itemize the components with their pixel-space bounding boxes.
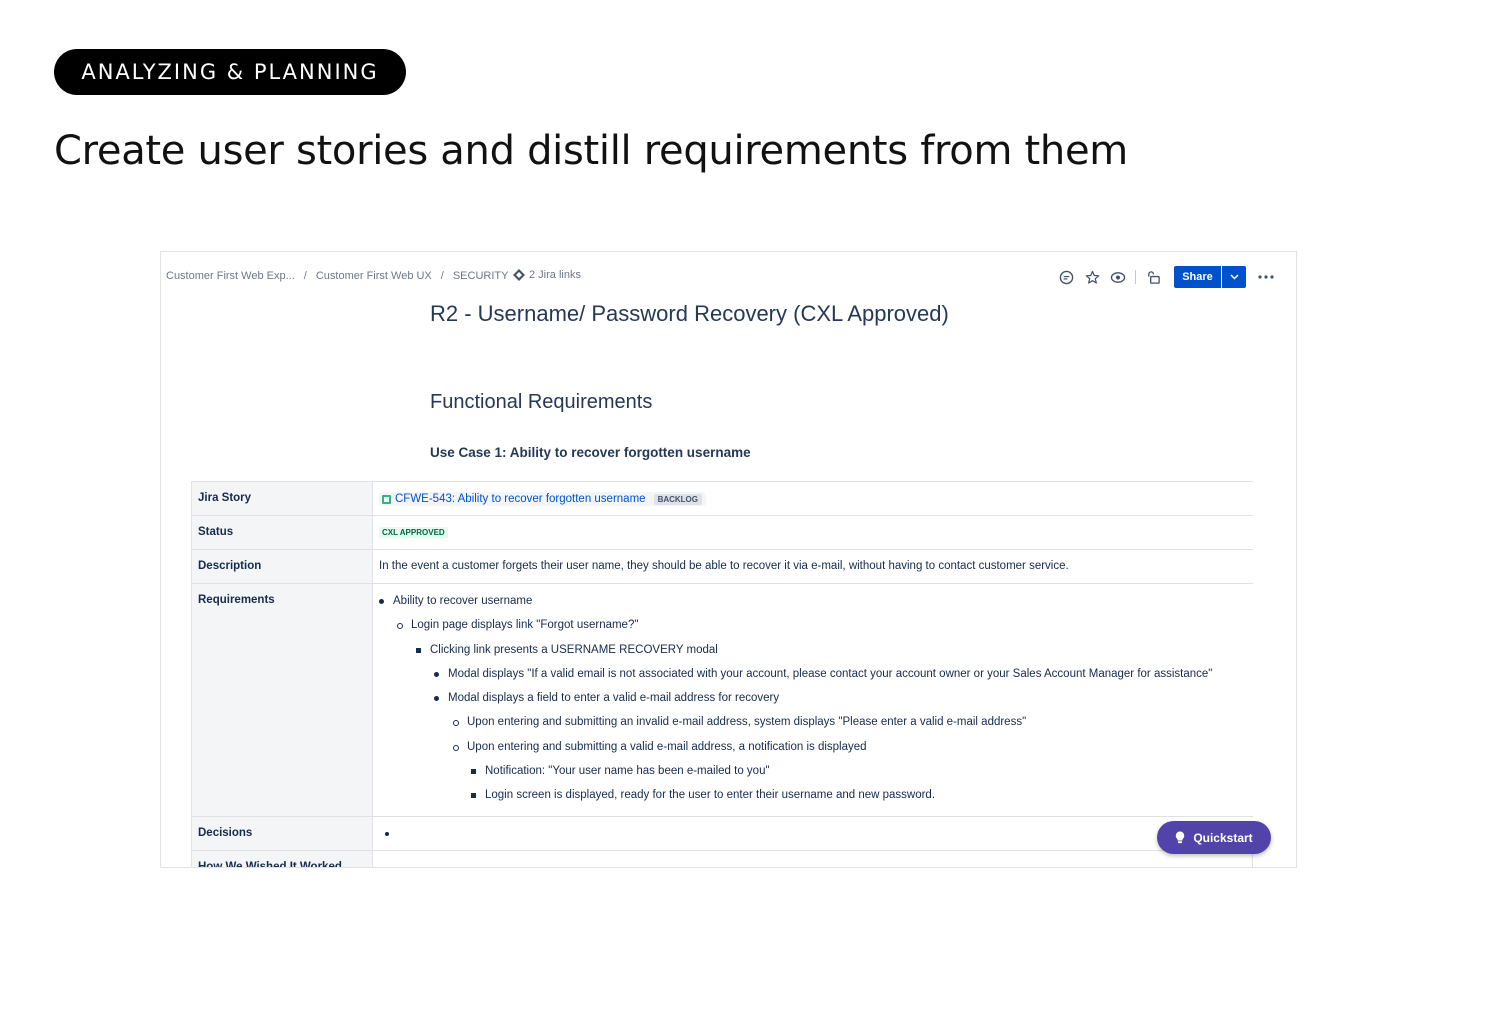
list-item: Modal displays "If a valid email is not … <box>434 662 1247 686</box>
jira-issue-chip[interactable]: CFWE-543: Ability to recover forgotten u… <box>379 492 707 506</box>
breadcrumb: Customer First Web Exp... / Customer Fir… <box>166 270 508 282</box>
description-cell: In the event a customer forgets their us… <box>372 549 1253 584</box>
jira-icon <box>513 269 525 281</box>
breadcrumb-item-parent[interactable]: Customer First Web UX <box>316 270 432 282</box>
list-item: Clicking link presents a USERNAME RECOVE… <box>416 638 1247 662</box>
toolbar-divider <box>1135 270 1136 284</box>
more-actions-icon[interactable] <box>1256 266 1276 288</box>
row-label-decisions: Decisions <box>191 815 373 851</box>
lightbulb-icon <box>1176 831 1185 844</box>
jira-story-link[interactable]: CFWE-543: Ability to recover forgotten u… <box>395 493 646 505</box>
quickstart-label: Quickstart <box>1193 830 1253 845</box>
list-item: Login screen is displayed, ready for the… <box>471 783 1247 807</box>
use-case-heading: Use Case 1: Ability to recover forgotten… <box>430 445 751 460</box>
page-title: R2 - Username/ Password Recovery (CXL Ap… <box>430 301 949 326</box>
star-icon[interactable] <box>1079 266 1105 288</box>
list-item: Login page displays link "Forgot usernam… <box>397 613 1247 637</box>
jira-links-label: 2 Jira links <box>529 269 581 281</box>
breadcrumb-separator: / <box>303 270 307 282</box>
quickstart-button[interactable]: Quickstart <box>1157 821 1271 854</box>
restrictions-lock-icon[interactable] <box>1140 266 1166 288</box>
table-row: Jira Story CFWE-543: Ability to recover … <box>191 481 1253 516</box>
list-item: Upon entering and submitting a valid e-m… <box>453 735 1247 759</box>
list-item: Upon entering and submitting an invalid … <box>453 710 1247 734</box>
headline: Create user stories and distill requirem… <box>54 128 1128 174</box>
status-badge: CXL APPROVED <box>379 527 448 538</box>
table-row: Status CXL APPROVED <box>191 515 1253 550</box>
chevron-down-icon <box>1229 274 1239 280</box>
breadcrumb-item-security[interactable]: SECURITY <box>453 270 509 282</box>
row-label-requirements: Requirements <box>191 583 373 817</box>
list-item: Modal displays a field to enter a valid … <box>434 686 1247 710</box>
requirements-table: Jira Story CFWE-543: Ability to recover … <box>191 481 1253 867</box>
table-row: Requirements Ability to recover username… <box>191 583 1253 817</box>
empty-bullet <box>385 831 389 836</box>
jira-links-button[interactable]: 2 Jira links <box>513 269 581 281</box>
confluence-topbar: Customer First Web Exp... / Customer Fir… <box>161 252 1296 302</box>
jira-story-cell: CFWE-543: Ability to recover forgotten u… <box>372 481 1253 516</box>
list-item: Notification: "Your user name has been e… <box>471 759 1247 783</box>
row-label-description: Description <box>191 549 373 584</box>
row-label-jira-story: Jira Story <box>191 481 373 516</box>
story-type-icon <box>382 494 391 504</box>
status-cell: CXL APPROVED <box>372 515 1253 550</box>
share-dropdown-button[interactable] <box>1222 266 1246 288</box>
breadcrumb-separator: / <box>440 270 444 282</box>
table-row: Decisions <box>191 815 1253 851</box>
table-row: Description In the event a customer forg… <box>191 549 1253 584</box>
jira-status-lozenge: BACKLOG <box>653 493 703 505</box>
section-pill: ANALYZING & PLANNING <box>54 49 406 95</box>
how-cell <box>372 849 1253 867</box>
section-heading: Functional Requirements <box>430 391 653 413</box>
requirements-cell: Ability to recover username Login page d… <box>372 583 1253 817</box>
table-row: How We Wished It Worked <box>191 849 1253 867</box>
share-button[interactable]: Share <box>1174 266 1221 288</box>
row-label-status: Status <box>191 515 373 550</box>
breadcrumb-item-space[interactable]: Customer First Web Exp... <box>166 270 295 282</box>
watch-icon[interactable] <box>1105 266 1131 288</box>
comment-icon[interactable] <box>1053 266 1079 288</box>
decisions-cell <box>372 815 1253 851</box>
confluence-screenshot: Customer First Web Exp... / Customer Fir… <box>160 251 1297 868</box>
list-item: Ability to recover username <box>379 589 1247 613</box>
row-label-how-we-wished: How We Wished It Worked <box>191 849 373 867</box>
page-toolbar: Share <box>1053 266 1276 288</box>
